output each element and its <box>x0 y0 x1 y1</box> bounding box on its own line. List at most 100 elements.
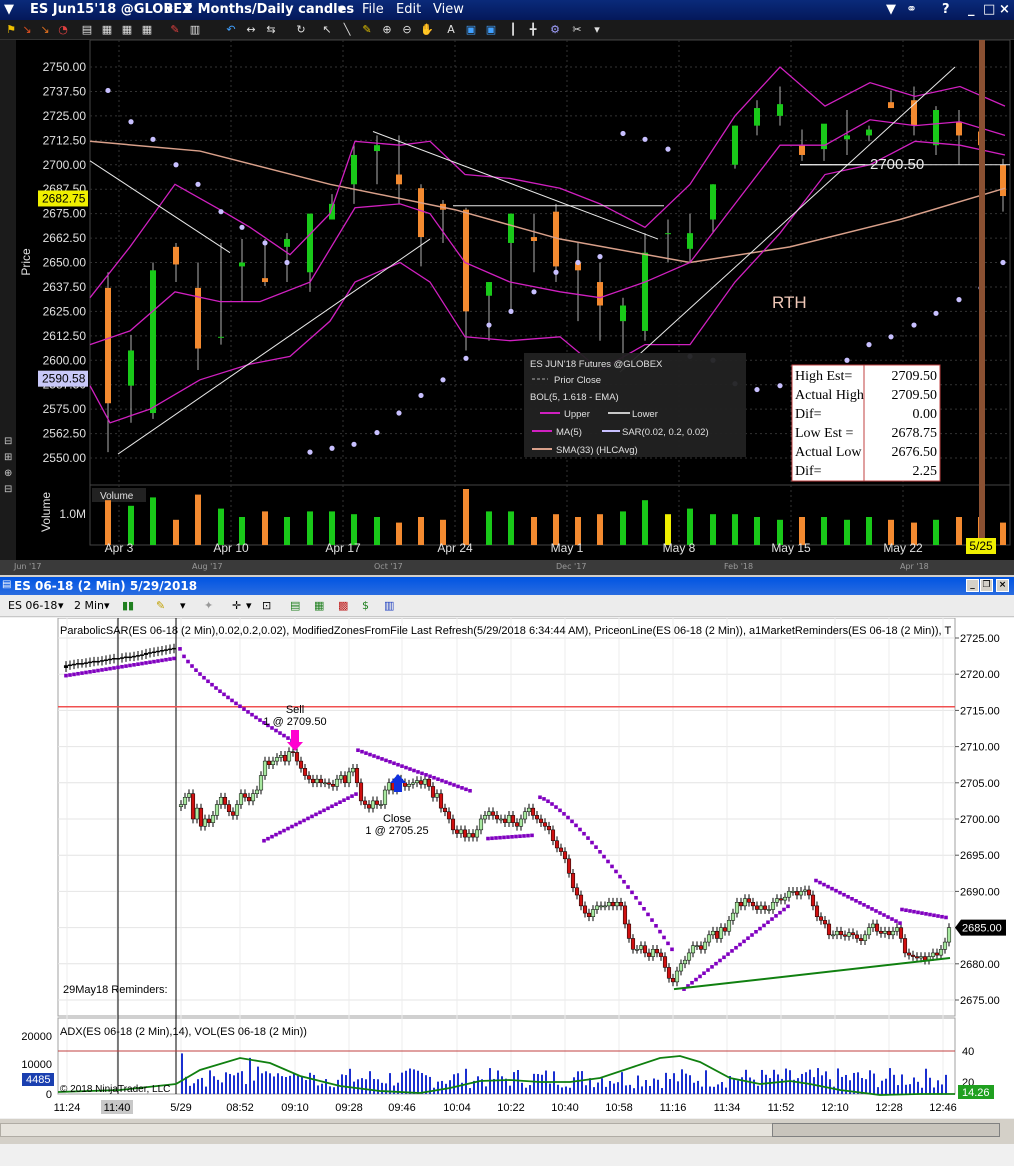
sar-dot <box>553 269 559 275</box>
restore-button[interactable]: ❐ <box>980 579 993 592</box>
psar-dot <box>144 661 148 665</box>
crosshair-icon[interactable]: ✛ <box>232 599 241 612</box>
volume-bar <box>721 1082 723 1094</box>
magic-wand-icon[interactable]: ✦ <box>204 599 213 612</box>
zoom-in-icon[interactable]: ⊕ <box>380 23 394 37</box>
panel-control-icon[interactable]: ⊕ <box>4 468 12 479</box>
collapse-icon[interactable]: ▼ <box>4 2 14 17</box>
menu-edit[interactable]: Edit <box>396 2 421 17</box>
minimize-button[interactable]: _ <box>966 579 979 592</box>
text-icon[interactable]: A <box>444 23 458 37</box>
candle-body <box>171 647 177 650</box>
help-icon[interactable]: ? <box>942 2 950 17</box>
psar-dot <box>786 904 790 909</box>
dropdown-icon[interactable]: ▾ <box>590 23 604 37</box>
settings-icon[interactable]: ⚙ <box>548 23 562 37</box>
indicators-icon[interactable]: ▤ <box>290 599 300 612</box>
candle-body <box>226 804 232 813</box>
zoom-out-icon[interactable]: ⊖ <box>400 23 414 37</box>
intraday-price-chart[interactable]: 2725.00 2720.00 2715.00 2710.00 2705.00 2700.… <box>0 618 1014 1118</box>
undo-icon[interactable]: ↶ <box>224 23 238 37</box>
panel-control-icon[interactable]: ⊟ <box>4 436 12 447</box>
volume-bar <box>297 1075 299 1094</box>
pencil-icon[interactable]: ✎ <box>360 23 374 37</box>
grid-icon[interactable]: ▦ <box>120 23 134 37</box>
close-button[interactable]: × <box>996 579 1009 592</box>
arrow-icon[interactable]: ↘ <box>38 23 52 37</box>
minimize-button[interactable]: _ <box>968 2 975 17</box>
sar-dot <box>195 181 201 187</box>
dropdown-icon[interactable]: ▾ <box>58 599 64 612</box>
candle-body <box>710 184 716 220</box>
volume-bar <box>1000 522 1006 545</box>
psar-dot <box>638 901 642 906</box>
volume-bar <box>361 1078 363 1094</box>
grid-icon[interactable]: ▦ <box>100 23 114 37</box>
window-icon[interactable]: ▣ <box>464 23 478 37</box>
instrument-select[interactable]: ES 06-18 <box>8 599 57 612</box>
psar-dot <box>210 682 214 687</box>
layout-icon[interactable]: ▥ <box>188 23 202 37</box>
daily-price-chart[interactable]: 2750.002737.502725.002712.502700.002687.… <box>0 40 1014 560</box>
menu-file[interactable]: File <box>362 2 384 17</box>
pin-icon[interactable]: ⚑ <box>4 23 18 37</box>
panel-control-icon[interactable]: ⊟ <box>4 484 12 495</box>
line-icon[interactable]: ╲ <box>340 23 354 37</box>
bars-icon[interactable]: ╋ <box>526 23 540 37</box>
psar-dot <box>610 864 614 869</box>
pointer-icon[interactable]: ↖ <box>320 23 334 37</box>
clock-icon[interactable]: ◔ <box>56 23 70 37</box>
volume-bar <box>697 1080 699 1094</box>
arrow-down-icon[interactable]: ▼ <box>886 2 896 17</box>
move-icon[interactable]: ↔ <box>244 23 258 37</box>
bar-type-icon[interactable]: ▮▮ <box>122 599 134 612</box>
hand-icon[interactable]: ✋ <box>420 23 434 37</box>
tools-icon[interactable]: ✂ <box>570 23 584 37</box>
chart-type-icon[interactable]: ▤ <box>80 23 94 37</box>
interval-select[interactable]: 2 Min <box>74 599 104 612</box>
dropdown-icon[interactable]: ▾ <box>246 599 252 612</box>
intraday-chart-titlebar: ▤ ES 06-18 (2 Min) 5/29/2018 _ ❐ × <box>0 577 1014 595</box>
psar-dot <box>376 755 380 760</box>
scroll-thumb[interactable] <box>772 1123 1000 1137</box>
overview-scroller[interactable]: Jun '17 Aug '17 Oct '17 Dec '17 Feb '18 … <box>0 560 1014 575</box>
panel-control-icon[interactable]: ⊞ <box>4 452 12 463</box>
psar-dot <box>858 901 862 905</box>
candle-body <box>508 213 514 243</box>
y-tick-label: 2725.00 <box>43 109 87 123</box>
zoom-icon[interactable]: ⊡ <box>262 599 271 612</box>
psar-dot <box>354 792 358 796</box>
candle-body <box>155 650 161 653</box>
maximize-button[interactable]: □ <box>983 2 995 17</box>
dropdown-icon[interactable]: ▾ <box>338 2 345 17</box>
draw-icon[interactable]: ✎ <box>168 23 182 37</box>
volume-bar <box>229 1073 231 1094</box>
dropdown-icon[interactable]: ▾ <box>180 599 186 612</box>
candle-body <box>298 760 304 769</box>
volume-bar <box>321 1083 323 1094</box>
close-button[interactable]: × <box>999 2 1010 17</box>
horizontal-scrollbar[interactable] <box>0 1119 1014 1144</box>
dropdown-icon[interactable]: ▾ <box>104 599 110 612</box>
data-box-icon[interactable]: $ <box>362 599 369 612</box>
strategies-icon[interactable]: ▦ <box>314 599 324 612</box>
volume-bar <box>557 1084 559 1094</box>
bars-icon[interactable]: ┃ <box>506 23 520 37</box>
menu-view[interactable]: View <box>433 2 464 17</box>
refresh-icon[interactable]: ↻ <box>294 23 308 37</box>
chart-period-title[interactable]: 2 Months/Daily candles <box>184 2 354 17</box>
pencil-icon[interactable]: ✎ <box>156 599 165 612</box>
move-icon[interactable]: ⇆ <box>264 23 278 37</box>
psar-dot <box>274 832 278 837</box>
window-icon[interactable]: ▣ <box>484 23 498 37</box>
psar-dot <box>738 942 742 947</box>
sar-dot <box>1000 259 1006 266</box>
arrow-icon[interactable]: ↘ <box>20 23 34 37</box>
properties-icon[interactable]: ▥ <box>384 599 394 612</box>
psar-dot <box>314 812 318 817</box>
dropdown-icon[interactable]: ▾ <box>166 2 173 17</box>
link-icon[interactable]: ⚭ <box>906 2 917 17</box>
candle-body <box>182 797 188 805</box>
chart-trader-icon[interactable]: ▩ <box>338 599 348 612</box>
grid-icon[interactable]: ▦ <box>140 23 154 37</box>
